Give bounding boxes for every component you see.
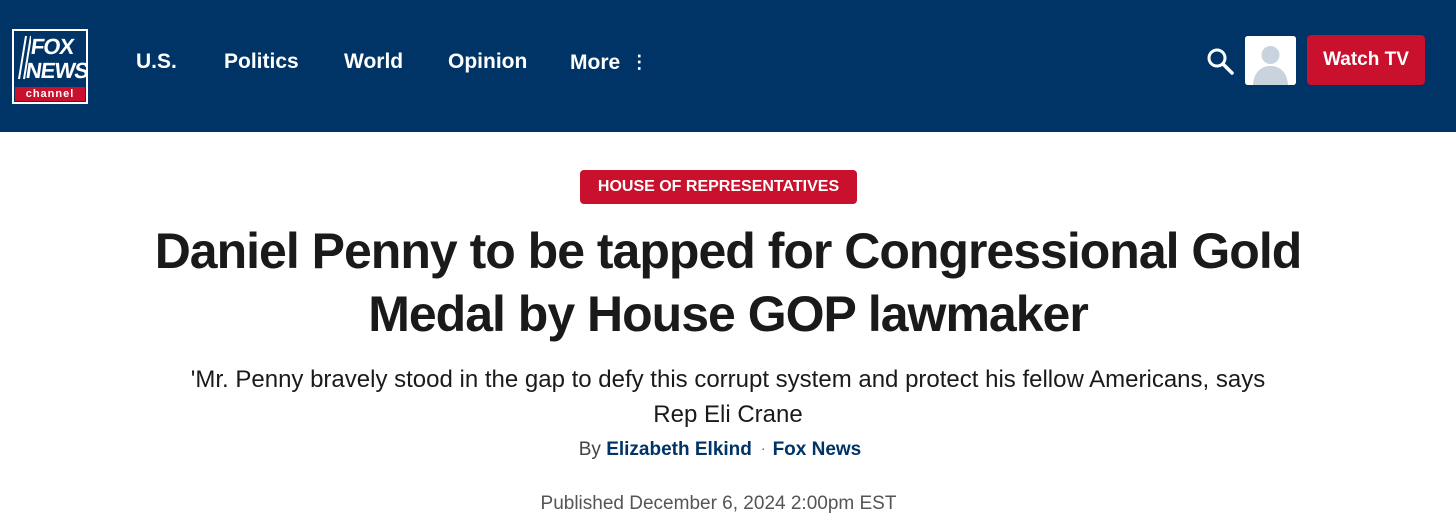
fox-news-logo[interactable]: FOX NEWS channel (12, 29, 88, 104)
publish-date: Published December 6, 2024 2:00pm EST (540, 493, 897, 514)
logo-text-channel: channel (15, 87, 85, 101)
nav-item-opinion[interactable]: Opinion (448, 46, 527, 78)
article-subheadline: 'Mr. Penny bravely stood in the gap to d… (100, 362, 1356, 432)
logo-text-fox: FOX (29, 34, 76, 59)
nav-item-more[interactable]: More ⋮ (570, 46, 648, 78)
user-avatar-icon (1245, 36, 1296, 85)
vertical-ellipsis-icon: ⋮ (630, 52, 649, 72)
subheadline-line-1: 'Mr. Penny bravely stood in the gap to d… (190, 366, 1266, 393)
nav-item-more-label: More (570, 51, 621, 74)
article-headline: Daniel Penny to be tapped for Congressio… (60, 220, 1396, 346)
byline-prefix: By (578, 439, 601, 460)
site-header: FOX NEWS channel U.S. Politics World Opi… (0, 0, 1456, 132)
logo-text-news: NEWS (24, 58, 88, 83)
headline-line-2: Medal by House GOP lawmaker (368, 286, 1089, 342)
category-badge[interactable]: HOUSE OF REPRESENTATIVES (580, 170, 857, 204)
nav-item-world[interactable]: World (344, 46, 403, 78)
watch-tv-button[interactable]: Watch TV (1307, 35, 1425, 85)
user-avatar-button[interactable] (1245, 36, 1296, 85)
byline-separator: · (760, 440, 766, 456)
nav-item-politics[interactable]: Politics (224, 46, 299, 78)
search-icon[interactable] (1206, 47, 1234, 75)
author-link[interactable]: Elizabeth Elkind (606, 439, 752, 460)
subheadline-line-2: Rep Eli Crane (653, 401, 803, 428)
headline-line-1: Daniel Penny to be tapped for Congressio… (154, 223, 1303, 279)
byline: By Elizabeth Elkind · Fox News (0, 435, 1440, 463)
nav-item-us[interactable]: U.S. (136, 46, 177, 78)
source-link[interactable]: Fox News (773, 439, 862, 460)
